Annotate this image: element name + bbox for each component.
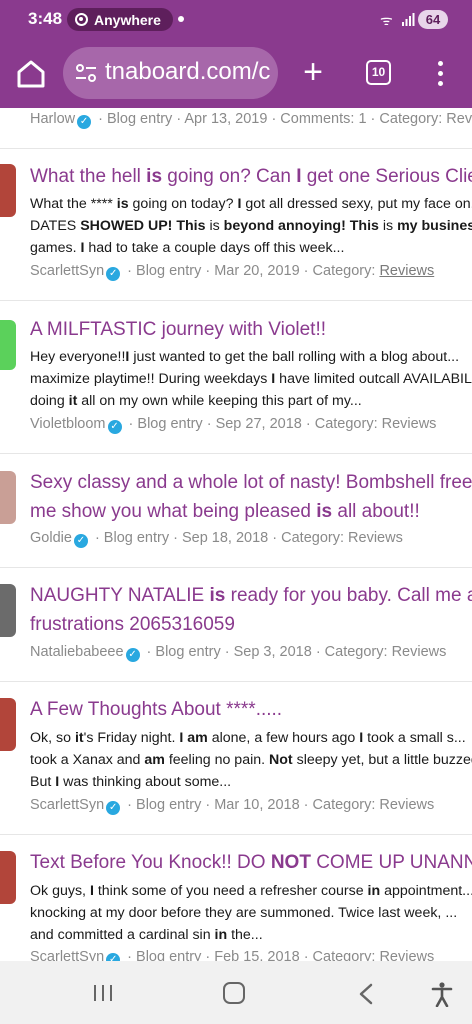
snippet-line: maximize playtime!! During weekdays I ha… (30, 371, 472, 387)
meta-text: · Blog entry · Apr 13, 2019 · Comments: … (94, 111, 472, 127)
title-line: frustrations 2065316059 (30, 613, 235, 635)
title-line: Sexy classy and a whole lot of nasty! Bo… (30, 472, 472, 493)
divider (0, 834, 472, 835)
verified-icon: ✓ (107, 420, 122, 434)
meta-text: · Blog entry · Sep 3, 2018 · Category: R… (142, 644, 447, 660)
home-nav-icon[interactable] (223, 982, 245, 1004)
battery-indicator: 64 (418, 10, 448, 29)
snippet-line: But I was thinking about some... (30, 774, 232, 790)
post-title[interactable]: What the hell is going on? Can I get one… (30, 163, 472, 192)
category-link[interactable]: Reviews (382, 416, 437, 432)
site-settings-icon[interactable] (75, 63, 97, 83)
divider (0, 567, 472, 568)
snippet-line: doing it all on my own while keeping thi… (30, 393, 362, 409)
snippet-line: knocking at my door before they are summ… (30, 905, 458, 921)
more-menu-icon[interactable] (430, 58, 450, 88)
author-avatar[interactable] (0, 471, 16, 524)
snippet-line: Hey everyone!!I just wanted to get the b… (30, 349, 460, 365)
author-avatar[interactable] (0, 584, 16, 637)
entry-meta: Goldie ✓ · Blog entry · Sep 18, 2018 · Ca… (30, 530, 403, 548)
entry-meta: ScarlettSyn ✓ · Blog entry · Feb 15, 2018… (30, 949, 434, 961)
entry-meta: ScarlettSyn ✓ · Blog entry · Mar 20, 2019… (30, 263, 434, 281)
verified-icon: ✓ (73, 534, 88, 548)
accessibility-icon[interactable] (430, 981, 454, 1007)
title-line: Text Before You Knock!! DO NOT COME UP U… (30, 852, 472, 873)
url-bar[interactable]: tnaboard.com/c (63, 47, 278, 99)
title-line: What the hell is going on? Can I get one… (30, 166, 472, 187)
divider (0, 300, 472, 301)
entry-meta: ScarlettSyn ✓ · Blog entry · Mar 10, 2018… (30, 797, 434, 815)
author-avatar[interactable] (0, 164, 16, 217)
post-snippet: Hey everyone!!I just wanted to get the b… (30, 346, 472, 412)
author-link[interactable]: Harlow (30, 111, 75, 127)
system-nav-bar (0, 961, 472, 1024)
title-line: A Few Thoughts About ****..... (30, 699, 283, 720)
post-title[interactable]: NAUGHTY NATALIE is ready for you baby. C… (30, 582, 472, 639)
snippet-line: DATES SHOWED UP! This is beyond annoying… (30, 218, 472, 234)
post-title[interactable]: Text Before You Knock!! DO NOT COME UP U… (30, 849, 472, 878)
anywhere-indicator[interactable]: Anywhere (67, 8, 173, 31)
post-title[interactable]: A MILFTASTIC journey with Violet!! (30, 316, 472, 345)
post-snippet: Ok guys, I think some of you need a refr… (30, 880, 472, 946)
wifi-icon: ᯤ (380, 12, 393, 28)
back-icon[interactable] (356, 983, 376, 1005)
post-title[interactable]: A Few Thoughts About ****..... (30, 696, 472, 725)
home-icon[interactable] (14, 57, 48, 91)
post-snippet: Ok, so it's Friday night. I am alone, a … (30, 727, 472, 793)
divider (0, 453, 472, 454)
blog-list: Harlow ✓ · Blog entry · Apr 13, 2019 · Co… (0, 108, 472, 961)
meta-text: · Blog entry · Mar 10, 2018 · Category: … (123, 797, 435, 813)
verified-icon: ✓ (106, 801, 121, 815)
status-bar: 3:48 Anywhere ᯤ 64 (0, 0, 472, 40)
meta-text: · Blog entry · Mar 20, 2019 · Category: (123, 263, 380, 279)
snippet-line: Ok, so it's Friday night. I am alone, a … (30, 730, 466, 746)
meta-text: · Blog entry · Sep 27, 2018 · Category: (124, 416, 382, 432)
snippet-line: and committed a cardinal sin in the... (30, 927, 263, 943)
divider (0, 148, 472, 149)
author-avatar[interactable] (0, 320, 16, 370)
verified-icon: ✓ (125, 648, 140, 662)
meta-text: · Blog entry · Feb 15, 2018 · Category: … (123, 949, 435, 961)
signal-icon (402, 13, 415, 26)
verified-icon: ✓ (77, 115, 92, 129)
verified-icon: ✓ (106, 267, 121, 281)
post-snippet: What the **** is going on today? I got a… (30, 193, 472, 259)
post-title[interactable]: Sexy classy and a whole lot of nasty! Bo… (30, 469, 472, 526)
author-avatar[interactable] (0, 698, 16, 751)
title-line: A MILFTASTIC journey with Violet!! (30, 319, 327, 340)
entry-meta: Violetbloom ✓ · Blog entry · Sep 27, 2018… (30, 416, 436, 434)
snippet-line: What the **** is going on today? I got a… (30, 196, 472, 212)
url-text: tnaboard.com/c (105, 58, 271, 85)
divider (0, 681, 472, 682)
location-icon (75, 13, 88, 26)
author-avatar[interactable] (0, 851, 16, 904)
tab-switcher-button[interactable]: 10 (366, 60, 391, 85)
recent-apps-icon[interactable] (92, 983, 114, 1003)
browser-toolbar: tnaboard.com/c + 10 (0, 40, 472, 108)
entry-meta: Harlow ✓ · Blog entry · Apr 13, 2019 · Co… (30, 111, 472, 129)
snippet-line: Ok guys, I think some of you need a refr… (30, 883, 472, 899)
title-line: me show you what being pleased is all ab… (30, 500, 420, 522)
verified-icon: ✓ (106, 953, 121, 961)
snippet-line: took a Xanax and am feeling no pain. Not… (30, 752, 472, 768)
new-tab-button[interactable]: + (296, 55, 330, 89)
meta-text: · Blog entry · Sep 18, 2018 · Category: … (90, 530, 403, 546)
entry-meta: Nataliebabeee ✓ · Blog entry · Sep 3, 201… (30, 644, 446, 662)
author-link[interactable]: ScarlettSyn (30, 263, 104, 279)
author-link[interactable]: Violetbloom (30, 416, 106, 432)
author-link[interactable]: Goldie (30, 530, 72, 546)
author-link[interactable]: ScarlettSyn (30, 797, 104, 813)
notification-dot-icon (178, 16, 184, 22)
anywhere-label: Anywhere (94, 11, 161, 28)
author-link[interactable]: Nataliebabeee (30, 644, 124, 660)
snippet-line: games. I had to take a couple days off t… (30, 240, 345, 256)
status-time: 3:48 (28, 9, 63, 28)
author-link[interactable]: ScarlettSyn (30, 949, 104, 961)
title-line: NAUGHTY NATALIE is ready for you baby. C… (30, 585, 472, 606)
category-link[interactable]: Reviews (379, 263, 434, 279)
